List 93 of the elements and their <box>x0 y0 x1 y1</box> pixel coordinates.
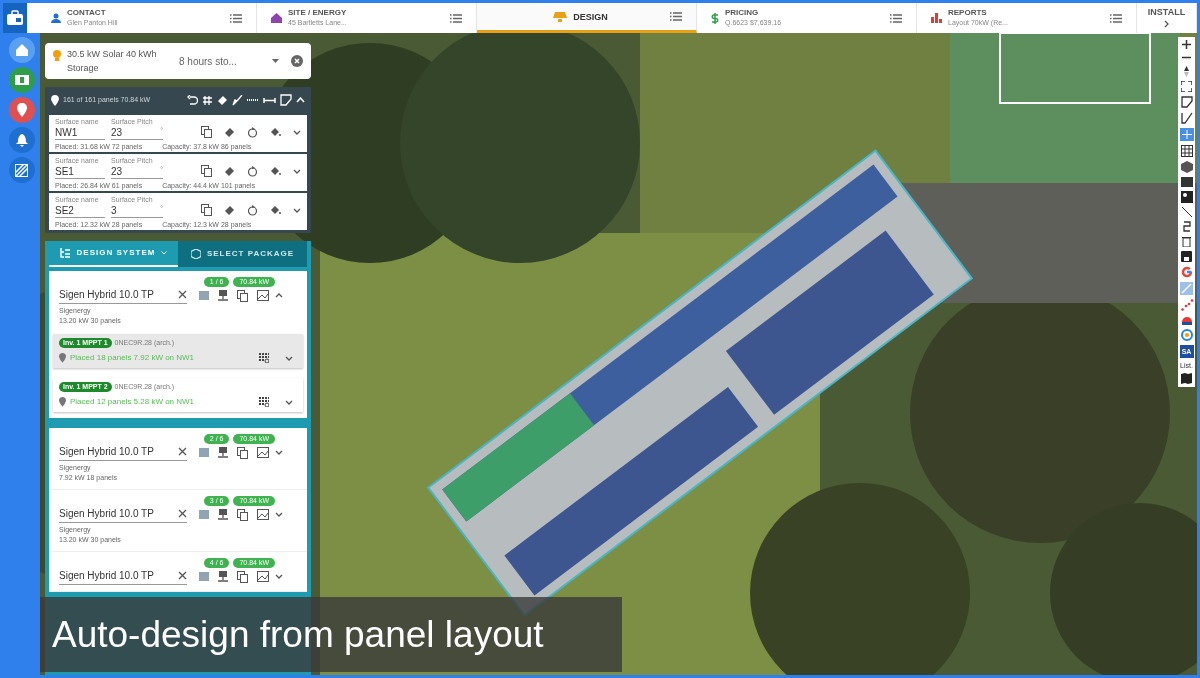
clear-icon[interactable] <box>178 509 187 518</box>
grid-icon[interactable] <box>1180 145 1193 157</box>
rotate-icon[interactable] <box>247 204 258 216</box>
rotate-icon[interactable] <box>247 165 258 177</box>
route-icon[interactable] <box>1181 221 1192 232</box>
copy-icon[interactable] <box>201 126 212 138</box>
house-icon[interactable] <box>8 37 35 63</box>
eraser-icon[interactable] <box>224 165 235 177</box>
save-icon[interactable] <box>1181 251 1192 262</box>
chevron-down-icon[interactable] <box>293 168 301 174</box>
chevron-right-icon <box>1164 20 1169 28</box>
package-title: 30.5 kW Solar 40 kWh Storage <box>67 48 158 75</box>
person-photo-icon[interactable] <box>1180 191 1193 203</box>
money-icon[interactable] <box>8 67 35 93</box>
compass-icon[interactable] <box>1183 66 1190 77</box>
chevron-down-icon[interactable] <box>275 512 283 517</box>
storage-dropdown[interactable]: 8 hours sto... <box>173 53 285 69</box>
inverter-name-field[interactable]: Sigen Hybrid 10.0 TP <box>59 287 187 304</box>
computer-icon[interactable] <box>218 290 228 301</box>
line-draw-icon[interactable] <box>1180 112 1193 124</box>
grid-icon[interactable] <box>259 397 269 407</box>
zoom-in-icon[interactable] <box>1182 40 1191 49</box>
paint-bucket-icon[interactable] <box>270 165 281 177</box>
computer-icon[interactable] <box>218 447 228 458</box>
copy-icon[interactable] <box>237 508 248 521</box>
chevron-down-icon[interactable] <box>275 574 283 579</box>
chevron-down-icon[interactable] <box>293 207 301 213</box>
clear-icon[interactable] <box>178 571 187 580</box>
trash-icon[interactable] <box>1182 236 1191 247</box>
chevron-down-icon[interactable] <box>293 129 301 135</box>
location-pin-icon <box>51 94 59 106</box>
dollar-icon <box>711 12 719 24</box>
copy-icon[interactable] <box>237 446 248 459</box>
lightbulb-icon <box>53 50 61 62</box>
brush-icon[interactable] <box>232 94 243 106</box>
map-icon[interactable] <box>1181 373 1192 384</box>
clear-icon[interactable] <box>178 447 187 456</box>
copy-icon[interactable] <box>201 165 212 177</box>
hierarchy-icon <box>59 248 71 258</box>
solar-panel-icon <box>553 11 568 22</box>
dotted-line-icon[interactable] <box>247 97 259 103</box>
placement-text: Placed 18 panels 7.92 kW on NW1 <box>70 352 196 364</box>
line-icon[interactable] <box>1181 207 1192 217</box>
measure-icon[interactable] <box>263 96 276 104</box>
paint-bucket-icon[interactable] <box>270 126 281 138</box>
bar-chart-icon <box>931 13 942 23</box>
eraser-icon[interactable] <box>224 126 235 138</box>
fullscreen-icon[interactable] <box>1181 81 1192 92</box>
eraser-icon[interactable] <box>217 94 228 106</box>
chevron-down-icon[interactable] <box>285 399 293 405</box>
chevron-down-icon[interactable] <box>275 450 283 455</box>
eraser-icon[interactable] <box>224 204 235 216</box>
inverter-name-field[interactable]: Sigen Hybrid 10.0 TP <box>59 568 187 585</box>
computer-icon[interactable] <box>218 571 228 582</box>
dome-icon[interactable] <box>1180 315 1193 325</box>
undo-icon[interactable] <box>187 94 198 106</box>
menu-icon[interactable] <box>670 12 682 21</box>
cube-icon <box>190 249 201 259</box>
inverter-name-field[interactable]: Sigen Hybrid 10.0 TP <box>59 506 187 523</box>
menu-icon[interactable] <box>890 13 902 23</box>
location-pin-icon[interactable] <box>8 97 35 123</box>
paint-bucket-icon[interactable] <box>270 204 281 216</box>
computer-icon[interactable] <box>218 509 228 520</box>
location-pin-icon <box>59 397 66 407</box>
placement-text: Placed 12 panels 5.28 kW on NW1 <box>70 396 196 408</box>
copy-icon[interactable] <box>201 204 212 216</box>
bell-icon[interactable] <box>8 127 35 153</box>
clear-icon[interactable] <box>178 290 187 299</box>
grid-icon[interactable] <box>259 353 269 363</box>
cube-icon[interactable] <box>1180 161 1193 173</box>
menu-icon[interactable] <box>1110 13 1122 23</box>
menu-icon[interactable] <box>450 13 462 23</box>
caption-text: Auto-design from panel layout <box>52 612 544 657</box>
circular-logo-icon[interactable] <box>1180 329 1193 341</box>
chevron-down-icon <box>161 251 168 255</box>
hatched-square-icon[interactable] <box>8 157 35 183</box>
copy-icon[interactable] <box>237 289 248 302</box>
nav-tab[interactable]: DESIGN <box>477 3 697 33</box>
close-icon[interactable] <box>291 55 303 67</box>
dotted-path-icon[interactable] <box>1180 299 1193 311</box>
rotate-icon[interactable] <box>247 126 258 138</box>
copy-icon[interactable] <box>237 570 248 583</box>
package-tab[interactable]: SELECT PACKAGE <box>178 241 307 267</box>
inverter-name-field[interactable]: Sigen Hybrid 10.0 TP <box>59 444 187 461</box>
polygon-draw-icon[interactable] <box>1180 96 1193 108</box>
chevron-up-icon[interactable] <box>275 293 283 298</box>
app-logo-icon[interactable] <box>3 3 27 33</box>
location-pin-icon <box>59 353 66 363</box>
chevron-down-icon[interactable] <box>285 355 293 361</box>
person-icon <box>51 13 61 23</box>
menu-icon[interactable] <box>230 13 242 23</box>
caret-icon <box>272 59 279 63</box>
house-icon <box>271 13 282 23</box>
